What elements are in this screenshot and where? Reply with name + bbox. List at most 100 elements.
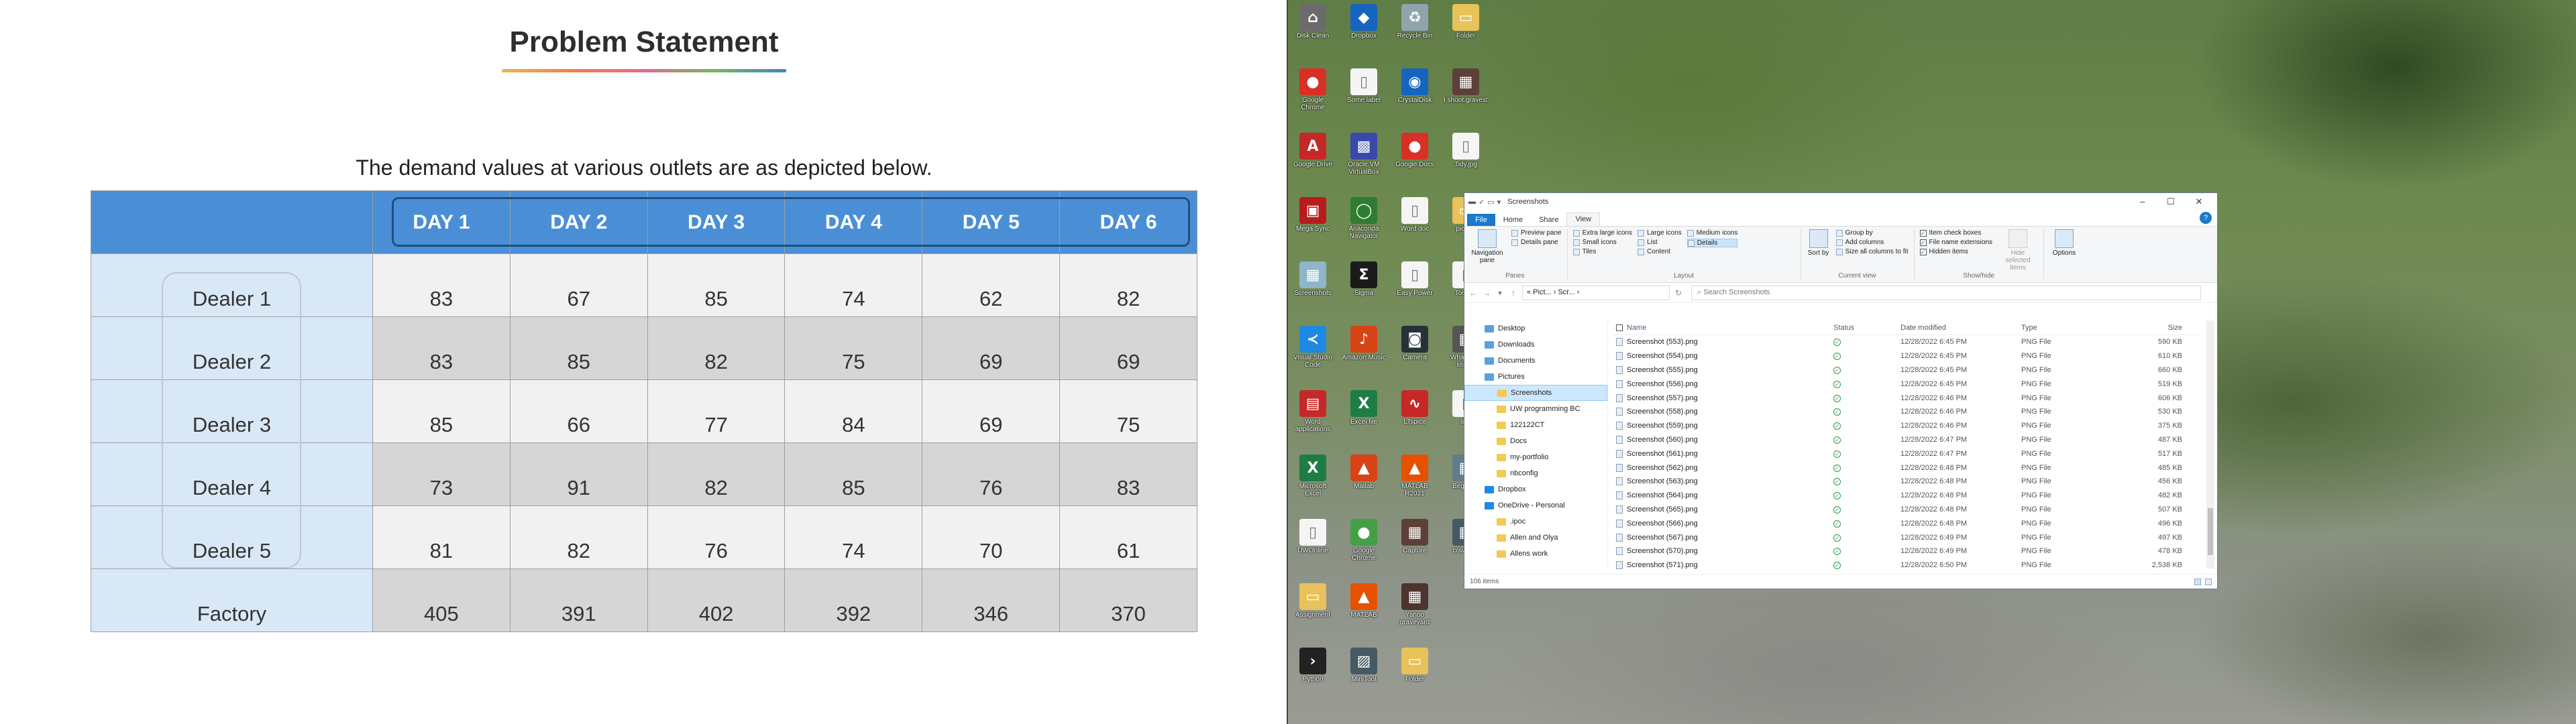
explorer-titlebar[interactable]: ▬ ✓ ▭ ▾ Screenshots – ☐ ✕ <box>1464 193 2217 210</box>
preview-pane-button[interactable]: Preview pane <box>1511 229 1562 237</box>
desktop-shortcut[interactable]: ▲ MATLAB R2021 <box>1393 455 1437 497</box>
nav-item[interactable]: Downloads <box>1464 337 1607 353</box>
file-row[interactable]: Screenshot (566).png ✓ 12/28/2022 6:48 PM P… <box>1612 516 2202 530</box>
desktop-shortcut[interactable]: ◆ Dropbox <box>1342 4 1386 47</box>
file-row[interactable]: Screenshot (556).png ✓ 12/28/2022 6:45 PM P… <box>1612 377 2202 391</box>
item-check-boxes-toggle[interactable]: ✓ Item check boxes <box>1919 229 1993 237</box>
file-row[interactable]: Screenshot (570).png ✓ 12/28/2022 6:49 PM P… <box>1612 544 2202 558</box>
desktop-shortcut[interactable]: ≺ Visual Studio Code <box>1291 326 1335 369</box>
file-row[interactable]: Screenshot (562).png ✓ 12/28/2022 6:48 PM P… <box>1612 461 2202 475</box>
file-row[interactable]: Screenshot (564).png ✓ 12/28/2022 6:48 PM P… <box>1612 489 2202 503</box>
navigation-pane-button[interactable]: Navigation pane <box>1468 229 1506 272</box>
desktop-shortcut[interactable]: A Google Drive <box>1291 133 1335 176</box>
file-row[interactable]: Screenshot (567).png ✓ 12/28/2022 6:49 PM P… <box>1612 530 2202 544</box>
tab-view[interactable]: View <box>1566 213 1601 226</box>
nav-item[interactable]: UW programming BC <box>1464 401 1607 417</box>
desktop-shortcut[interactable]: ▩ Oracle VM VirtualBox <box>1342 133 1386 176</box>
desktop-shortcut[interactable]: Σ Sigma <box>1342 261 1386 304</box>
desktop-shortcut[interactable]: ▦ Capture <box>1393 519 1437 562</box>
desktop-shortcut[interactable]: ▭ Assignment <box>1291 583 1335 626</box>
file-row[interactable]: Screenshot (561).png ✓ 12/28/2022 6:47 PM P… <box>1612 446 2202 461</box>
desktop-shortcut[interactable]: ▯ Tidy.jpg <box>1444 133 1488 176</box>
column-name[interactable]: Name <box>1612 324 1833 332</box>
vertical-scrollbar[interactable] <box>2206 320 2214 568</box>
nav-item[interactable]: Screenshots <box>1464 385 1607 401</box>
column-status[interactable]: Status <box>1833 324 1900 332</box>
desktop-shortcut[interactable]: ◉ CrystalDisk <box>1393 68 1437 111</box>
nav-item[interactable]: my-portfolio <box>1464 449 1607 465</box>
new-folder-icon[interactable]: ▭ <box>1487 198 1494 206</box>
recent-chevron-icon[interactable]: ▾ <box>1495 288 1505 298</box>
desktop-shortcut[interactable]: ⌂ Disk Clean <box>1291 4 1335 47</box>
desktop-shortcut[interactable]: ▭ Folder <box>1393 648 1437 690</box>
file-row[interactable]: Screenshot (559).png ✓ 12/28/2022 6:46 PM P… <box>1612 419 2202 433</box>
nav-item[interactable]: Documents <box>1464 353 1607 369</box>
desktop-shortcut[interactable]: ● Google Docs <box>1393 133 1437 176</box>
hide-selected-items-button[interactable]: Hide selected items <box>1998 229 2038 272</box>
nav-item[interactable]: Pictures <box>1464 369 1607 385</box>
layout-list[interactable]: List <box>1638 239 1682 246</box>
up-arrow-icon[interactable]: ↑ <box>1509 288 1518 298</box>
layout-medium-icons[interactable]: Medium icons <box>1686 229 1737 237</box>
desktop-shortcut[interactable]: ♪ Amazon Music <box>1342 326 1386 369</box>
group-by-button[interactable]: Group by <box>1835 229 1909 237</box>
desktop-shortcut[interactable]: ▦ Yahoo graveyard <box>1393 583 1437 626</box>
desktop-shortcut[interactable]: X Microsoft Excel <box>1291 455 1335 497</box>
check-icon[interactable]: ✓ <box>1479 198 1485 206</box>
nav-item[interactable]: Docs <box>1464 433 1607 449</box>
file-row[interactable]: Screenshot (557).png ✓ 12/28/2022 6:46 PM P… <box>1612 391 2202 405</box>
desktop-shortcut[interactable]: ▯ Some label <box>1342 68 1386 111</box>
size-all-columns-button[interactable]: Size all columns to fit <box>1835 248 1909 255</box>
desktop-shortcut[interactable]: ◯ Anaconda Navigator <box>1342 197 1386 240</box>
nav-item[interactable]: Dropbox <box>1464 481 1607 497</box>
layout-content[interactable]: Content <box>1638 248 1682 255</box>
back-arrow-icon[interactable]: ← <box>1468 288 1478 298</box>
layout-small-icons[interactable]: Small icons <box>1572 239 1632 246</box>
hidden-items-toggle[interactable]: ✓ Hidden items <box>1919 248 1993 255</box>
details-view-icon[interactable] <box>2194 578 2201 585</box>
file-row[interactable]: Screenshot (571).png ✓ 12/28/2022 6:50 PM P… <box>1612 558 2202 572</box>
desktop-shortcut[interactable]: › Python <box>1291 648 1335 690</box>
search-box[interactable]: ⌕ Search Screenshots <box>1691 285 2201 300</box>
scrollbar-thumb[interactable] <box>2208 508 2213 555</box>
options-button[interactable]: Options <box>2049 229 2079 280</box>
file-name-extensions-toggle[interactable]: ✓ File name extensions <box>1919 239 1992 246</box>
maximize-button[interactable]: ☐ <box>2157 196 2185 207</box>
layout-details[interactable]: Details <box>1686 239 1738 247</box>
desktop-shortcut[interactable]: X Excel file <box>1342 390 1386 433</box>
nav-item[interactable]: 122122CT <box>1464 417 1607 433</box>
desktop-shortcut[interactable]: ◙ Camera <box>1393 326 1437 369</box>
file-row[interactable]: Screenshot (558).png ✓ 12/28/2022 6:46 PM P… <box>1612 405 2202 419</box>
close-button[interactable]: ✕ <box>2185 196 2213 207</box>
file-row[interactable]: Screenshot (565).png ✓ 12/28/2022 6:48 PM P… <box>1612 503 2202 517</box>
tab-home[interactable]: Home <box>1495 214 1531 226</box>
desktop-shortcut[interactable]: ▨ MiniTool <box>1342 648 1386 690</box>
desktop-shortcut[interactable]: ♻ Recycle Bin <box>1393 4 1437 47</box>
file-row[interactable]: Screenshot (555).png ✓ 12/28/2022 6:45 PM P… <box>1612 363 2202 377</box>
column-date-modified[interactable]: Date modified <box>1900 324 2021 332</box>
desktop-shortcut[interactable]: ▤ Word applications <box>1291 390 1335 433</box>
desktop-shortcut[interactable]: ▯ Word doc <box>1393 197 1437 240</box>
desktop-shortcut[interactable]: ∿ LTspice <box>1393 390 1437 433</box>
file-row[interactable]: Screenshot (553).png ✓ 12/28/2022 6:45 PM P… <box>1612 335 2202 349</box>
layout-large-icons[interactable]: Large icons <box>1638 229 1682 237</box>
refresh-icon[interactable]: ↻ <box>1674 288 1683 298</box>
tab-file[interactable]: File <box>1467 214 1495 226</box>
desktop-shortcut[interactable]: ▭ Folder <box>1444 4 1488 47</box>
sort-by-button[interactable]: Sort by <box>1807 229 1831 272</box>
file-explorer-window[interactable]: ▬ ✓ ▭ ▾ Screenshots – ☐ ✕ File Home Shar… <box>1464 192 2218 589</box>
nav-item[interactable]: Allen and Olya <box>1464 530 1607 546</box>
column-size[interactable]: Size <box>2122 324 2182 332</box>
file-row[interactable]: Screenshot (554).png ✓ 12/28/2022 6:45 PM P… <box>1612 349 2202 363</box>
desktop-shortcut[interactable]: ● Google Chrome <box>1291 68 1335 111</box>
file-row[interactable]: Screenshot (563).png ✓ 12/28/2022 6:48 PM P… <box>1612 475 2202 489</box>
forward-arrow-icon[interactable]: → <box>1482 288 1491 298</box>
layout-extra-large-icons[interactable]: Extra large icons <box>1572 229 1632 237</box>
address-path[interactable]: « Pict... › Scr... › <box>1522 285 1670 300</box>
desktop-shortcut[interactable]: ▲ Matlab <box>1342 455 1386 497</box>
layout-tiles[interactable]: Tiles <box>1572 248 1632 255</box>
nav-item[interactable]: .ipoc <box>1464 514 1607 530</box>
desktop-shortcut[interactable]: ▲ MATLAB <box>1342 583 1386 626</box>
nav-item[interactable]: Desktop <box>1464 320 1607 337</box>
nav-item[interactable]: nbconfig <box>1464 465 1607 481</box>
